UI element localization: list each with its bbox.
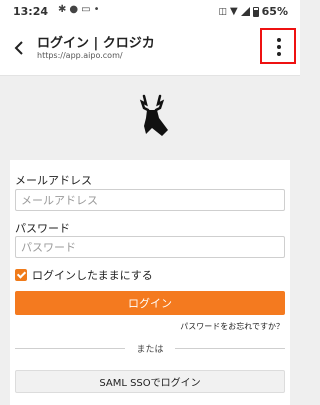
or-divider: または bbox=[15, 341, 285, 355]
password-field[interactable] bbox=[15, 236, 285, 258]
email-field[interactable] bbox=[15, 189, 285, 211]
back-arrow-icon bbox=[14, 41, 23, 55]
battery-icon bbox=[252, 6, 259, 17]
remember-checkbox[interactable] bbox=[15, 269, 27, 281]
status-bar: 13:24 ✱●▭• ◫ ▼ 65% bbox=[0, 0, 300, 24]
app-bar: ログイン | クロジカ https://app.aipo.com/ bbox=[0, 24, 300, 76]
vibrate-icon: ◫ bbox=[218, 6, 227, 17]
notification-icons: ✱●▭• bbox=[58, 4, 102, 15]
deer-logo-icon bbox=[139, 94, 168, 136]
saml-sso-button[interactable]: SAML SSOでログイン bbox=[15, 370, 285, 393]
login-button[interactable]: ログイン bbox=[15, 291, 285, 315]
status-right: ◫ ▼ 65% bbox=[218, 5, 288, 18]
divider-line-right bbox=[175, 348, 285, 349]
password-label: パスワード bbox=[15, 222, 70, 235]
back-button[interactable] bbox=[8, 36, 32, 60]
remember-label: ログインしたままにする bbox=[32, 269, 153, 282]
more-menu-button[interactable] bbox=[260, 28, 296, 64]
login-card: メールアドレス パスワード ログインしたままにする ログイン パスワードをお忘れ… bbox=[10, 160, 290, 405]
status-time: 13:24 bbox=[13, 5, 49, 18]
message-icon: ▭ bbox=[81, 4, 94, 15]
email-label: メールアドレス bbox=[15, 174, 92, 187]
wifi-icon: ▼ bbox=[229, 6, 238, 17]
page-url: https://app.aipo.com/ bbox=[37, 51, 123, 60]
battery-level: 65% bbox=[261, 5, 288, 18]
chat-icon: ● bbox=[69, 4, 82, 15]
signal-icon bbox=[240, 7, 250, 16]
dot-icon: • bbox=[93, 4, 103, 15]
remember-me[interactable]: ログインしたままにする bbox=[15, 267, 153, 283]
settings-icon: ✱ bbox=[58, 4, 70, 15]
page-title: ログイン | クロジカ bbox=[37, 36, 155, 51]
forgot-password-link[interactable]: パスワードをお忘れですか？ bbox=[180, 321, 284, 332]
